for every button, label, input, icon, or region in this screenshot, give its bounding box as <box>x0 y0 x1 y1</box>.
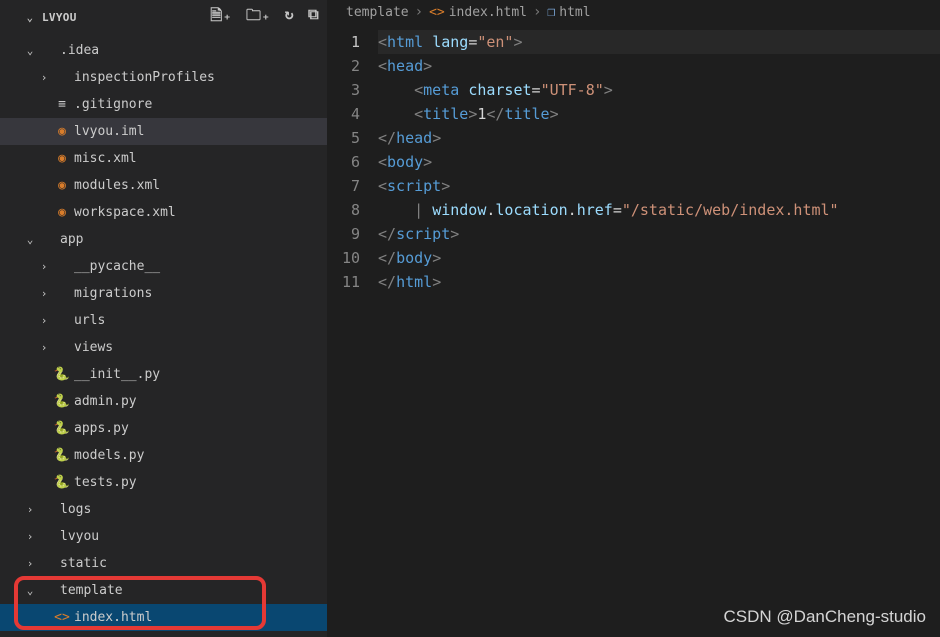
chevron-down-icon: ⌄ <box>22 44 38 57</box>
sidebar-actions: 🗎₊ 🗀₊ ↻ ⧉ <box>210 5 319 30</box>
chevron-right-icon: › <box>36 260 52 273</box>
file-item[interactable]: 🐍apps.py <box>0 415 327 442</box>
code-line[interactable]: </script> <box>378 222 940 246</box>
project-name: LVYOU <box>42 11 77 24</box>
file-item[interactable]: ◉misc.xml <box>0 145 327 172</box>
file-item[interactable]: <>index.html <box>0 604 327 631</box>
folder-item[interactable]: ⌄ app <box>0 226 327 253</box>
chevron-right-icon: › <box>22 557 38 570</box>
code-line[interactable]: </html> <box>378 270 940 294</box>
chevron-right-icon: › <box>533 4 541 20</box>
code-line[interactable]: | window.location.href="/static/web/inde… <box>378 198 940 222</box>
folder-item[interactable]: › views <box>0 334 327 361</box>
tree-item-label: migrations <box>74 286 152 301</box>
collapse-icon[interactable]: ⧉ <box>308 5 319 30</box>
tree-item-label: lvyou <box>60 529 99 544</box>
file-item[interactable]: ◉lvyou.iml <box>0 118 327 145</box>
breadcrumb-symbol[interactable]: ❒html <box>547 5 590 20</box>
tree-item-label: inspectionProfiles <box>74 70 215 85</box>
chevron-right-icon: › <box>36 287 52 300</box>
tree-item-label: views <box>74 340 113 355</box>
folder-item[interactable]: › __pycache__ <box>0 253 327 280</box>
file-item[interactable]: ◉workspace.xml <box>0 199 327 226</box>
cube-icon: ❒ <box>547 5 555 20</box>
tree-item-label: __pycache__ <box>74 259 160 274</box>
folder-item[interactable]: › inspectionProfiles <box>0 64 327 91</box>
tree-item-label: misc.xml <box>74 151 137 166</box>
folder-item[interactable]: ⌄ template <box>0 577 327 604</box>
tree-item-label: urls <box>74 313 105 328</box>
tree-item-label: app <box>60 232 83 247</box>
breadcrumb-folder[interactable]: template <box>346 5 409 20</box>
tree-item-label: modules.xml <box>74 178 160 193</box>
chevron-down-icon[interactable]: ⌄ <box>22 11 38 24</box>
folder-item[interactable]: › migrations <box>0 280 327 307</box>
code-line[interactable]: <body> <box>378 150 940 174</box>
folder-item[interactable]: › urls <box>0 307 327 334</box>
chevron-right-icon: › <box>22 530 38 543</box>
tree-item-label: tests.py <box>74 475 137 490</box>
tree-item-label: workspace.xml <box>74 205 176 220</box>
chevron-right-icon: › <box>36 341 52 354</box>
code-line[interactable]: <meta charset="UTF-8"> <box>378 78 940 102</box>
code-line[interactable]: </body> <box>378 246 940 270</box>
tree-item-label: .idea <box>60 43 99 58</box>
breadcrumb[interactable]: template › <>index.html › ❒html <box>328 0 940 24</box>
tree-item-label: static <box>60 556 107 571</box>
file-item[interactable]: 🐍admin.py <box>0 388 327 415</box>
line-gutter: 1234567891011 <box>328 30 378 637</box>
code-line[interactable]: <title>1</title> <box>378 102 940 126</box>
file-item[interactable]: 🐍tests.py <box>0 469 327 496</box>
code-editor[interactable]: 1234567891011 <html lang="en"><head> <me… <box>328 24 940 637</box>
html-icon: <> <box>429 5 445 20</box>
chevron-right-icon: › <box>22 503 38 516</box>
refresh-icon[interactable]: ↻ <box>285 5 294 30</box>
tree-item-label: lvyou.iml <box>74 124 144 139</box>
tree-item-label: admin.py <box>74 394 137 409</box>
editor-pane: template › <>index.html › ❒html 12345678… <box>328 0 940 637</box>
tree-item-label: template <box>60 583 123 598</box>
code-content[interactable]: <html lang="en"><head> <meta charset="UT… <box>378 30 940 637</box>
folder-item[interactable]: › static <box>0 550 327 577</box>
folder-item[interactable]: › lvyou <box>0 523 327 550</box>
tree-item-label: apps.py <box>74 421 129 436</box>
file-item[interactable]: 🐍models.py <box>0 442 327 469</box>
folder-item[interactable]: › logs <box>0 496 327 523</box>
new-file-icon[interactable]: 🗎₊ <box>210 5 232 30</box>
file-item[interactable]: 🐍__init__.py <box>0 361 327 388</box>
chevron-down-icon: ⌄ <box>22 233 38 246</box>
tree-item-label: models.py <box>74 448 144 463</box>
file-item[interactable]: ◉modules.xml <box>0 172 327 199</box>
folder-item[interactable]: ⌄ .idea <box>0 37 327 64</box>
tree-item-label: logs <box>60 502 91 517</box>
file-tree[interactable]: ⌄ .idea › inspectionProfiles ≡.gitignore◉lvy… <box>0 35 327 637</box>
code-line[interactable]: <script> <box>378 174 940 198</box>
chevron-right-icon: › <box>415 4 423 20</box>
code-line[interactable]: <head> <box>378 54 940 78</box>
tree-item-label: index.html <box>74 610 152 625</box>
tree-item-label: .gitignore <box>74 97 152 112</box>
code-line[interactable]: <html lang="en"> <box>378 30 940 54</box>
tree-item-label: __init__.py <box>74 367 160 382</box>
file-explorer-sidebar: ⌄ LVYOU 🗎₊ 🗀₊ ↻ ⧉ ⌄ .idea › inspectionProfi… <box>0 0 328 637</box>
file-item[interactable]: ≡.gitignore <box>0 91 327 118</box>
new-folder-icon[interactable]: 🗀₊ <box>246 5 271 30</box>
code-line[interactable]: </head> <box>378 126 940 150</box>
sidebar-header: ⌄ LVYOU 🗎₊ 🗀₊ ↻ ⧉ <box>0 0 327 35</box>
chevron-right-icon: › <box>36 71 52 84</box>
breadcrumb-file[interactable]: <>index.html <box>429 5 527 20</box>
chevron-right-icon: › <box>36 314 52 327</box>
chevron-down-icon: ⌄ <box>22 584 38 597</box>
